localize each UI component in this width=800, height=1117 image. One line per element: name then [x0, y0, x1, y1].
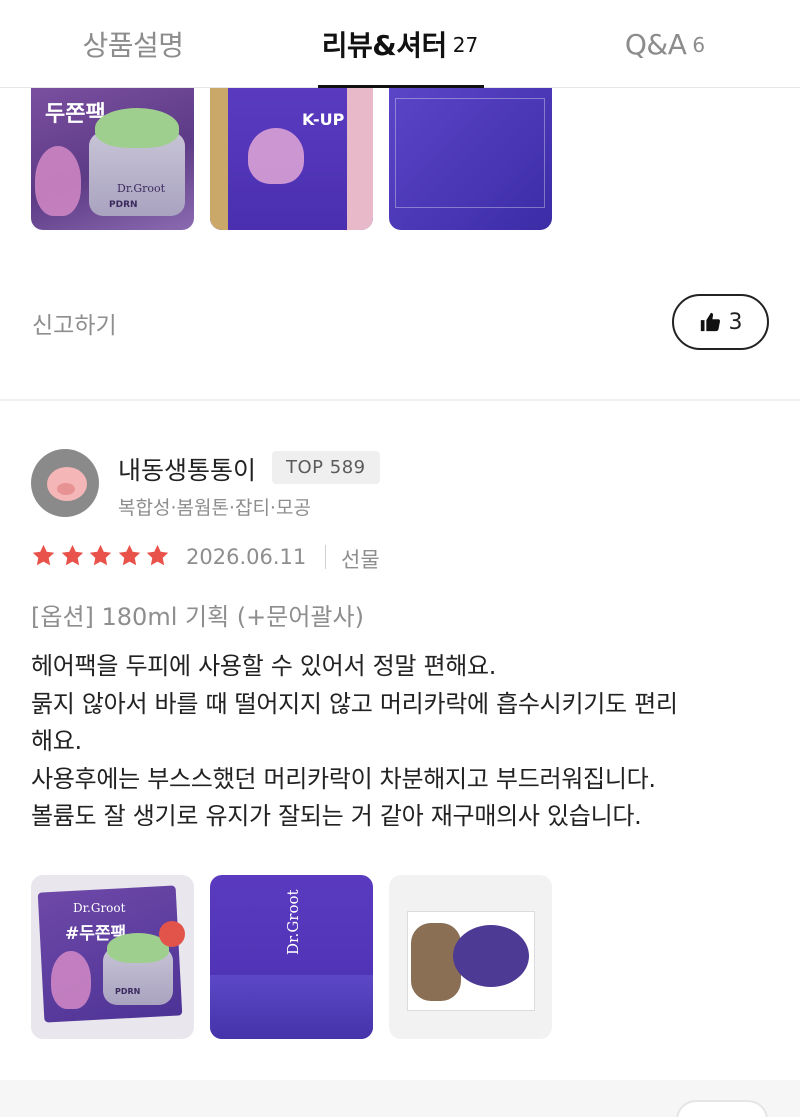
promo-sticker	[159, 921, 185, 947]
like-count: 3	[728, 309, 743, 335]
review-line: 헤어팩을 두피에 사용할 수 있어서 정말 편해요.	[31, 652, 497, 680]
octopus-illustration	[51, 951, 91, 1009]
star-icon	[32, 544, 55, 566]
review-photo[interactable]	[389, 875, 552, 1039]
star-icon	[146, 544, 169, 566]
box-bottom	[210, 975, 373, 1039]
reviewer-name[interactable]: 내동생통통이	[118, 451, 256, 487]
brand-text: Dr.Groot	[284, 889, 302, 955]
avatar[interactable]	[31, 449, 99, 517]
thumbs-up-icon	[700, 312, 720, 332]
box-edge	[210, 88, 228, 230]
tab-qna[interactable]: Q&A 6	[560, 0, 770, 88]
tab-label: Q&A	[624, 27, 687, 61]
review-tabbar: 상품설명 리뷰&셔터 27 Q&A 6	[0, 0, 800, 88]
meta-divider	[325, 545, 326, 569]
review-photo[interactable]: Dr.Groot	[210, 875, 373, 1039]
box-tag: K-UP	[302, 110, 345, 129]
report-button[interactable]: 신고하기	[32, 306, 117, 340]
tab-reviews[interactable]: 리뷰&셔터 27	[300, 0, 500, 88]
rank-badge: TOP 589	[272, 451, 380, 484]
option-text: [옵션] 180ml 기획 (+문어괄사)	[31, 603, 364, 631]
skin-tags: 복합성·봄웜톤·잡티·모공	[118, 497, 311, 519]
box-side	[347, 88, 373, 230]
brand-text: Dr.Groot	[117, 182, 166, 195]
tab-product-description[interactable]: 상품설명	[0, 0, 266, 88]
review-photo[interactable]: K-UP	[210, 88, 373, 230]
review-photo[interactable]: 두쫀팩 Dr.Groot PDRN	[31, 88, 194, 230]
like-button[interactable]: 3	[672, 294, 769, 350]
review-date: 2026.06.11	[186, 545, 307, 569]
review-line: 묽지 않아서 바를 때 떨어지지 않고 머리카락에 흡수시키기도 편리	[31, 689, 678, 718]
brand-text: Dr.Groot	[73, 901, 126, 915]
review-photo[interactable]: Dr.Groot #두쫀팩 PDRN	[31, 875, 194, 1039]
jar-lid	[453, 925, 529, 987]
tab-count: 6	[692, 33, 706, 57]
review-divider	[0, 399, 800, 401]
star-rating	[31, 543, 174, 568]
review-photo[interactable]	[389, 88, 552, 230]
next-like-button[interactable]	[676, 1100, 768, 1117]
cream-illustration	[95, 108, 179, 148]
tab-label: 리뷰&셔터	[321, 29, 447, 62]
review-line: 해요.	[31, 727, 82, 755]
octopus-illustration	[35, 146, 81, 216]
subbrand-text: PDRN	[115, 987, 141, 996]
subbrand-text: PDRN	[109, 200, 138, 210]
star-icon	[89, 544, 112, 566]
review-line: 사용후에는 부스스했던 머리카락이 차분해지고 부드러워집니다.	[31, 764, 656, 793]
review-line: 볼륨도 잘 생기로 유지가 잘되는 거 같아 재구매의사 있습니다.	[31, 802, 642, 830]
octopus-illustration	[248, 128, 304, 184]
purchase-type: 선물	[341, 548, 380, 572]
tab-count: 27	[452, 33, 479, 57]
avatar-snout	[57, 483, 75, 495]
star-icon	[61, 544, 83, 566]
tab-label: 상품설명	[82, 29, 184, 62]
review-body: 헤어팩을 두피에 사용할 수 있어서 정말 편해요. 묽지 않아서 바를 때 떨…	[31, 648, 776, 836]
box-label-panel	[395, 98, 545, 208]
star-icon	[118, 544, 140, 566]
